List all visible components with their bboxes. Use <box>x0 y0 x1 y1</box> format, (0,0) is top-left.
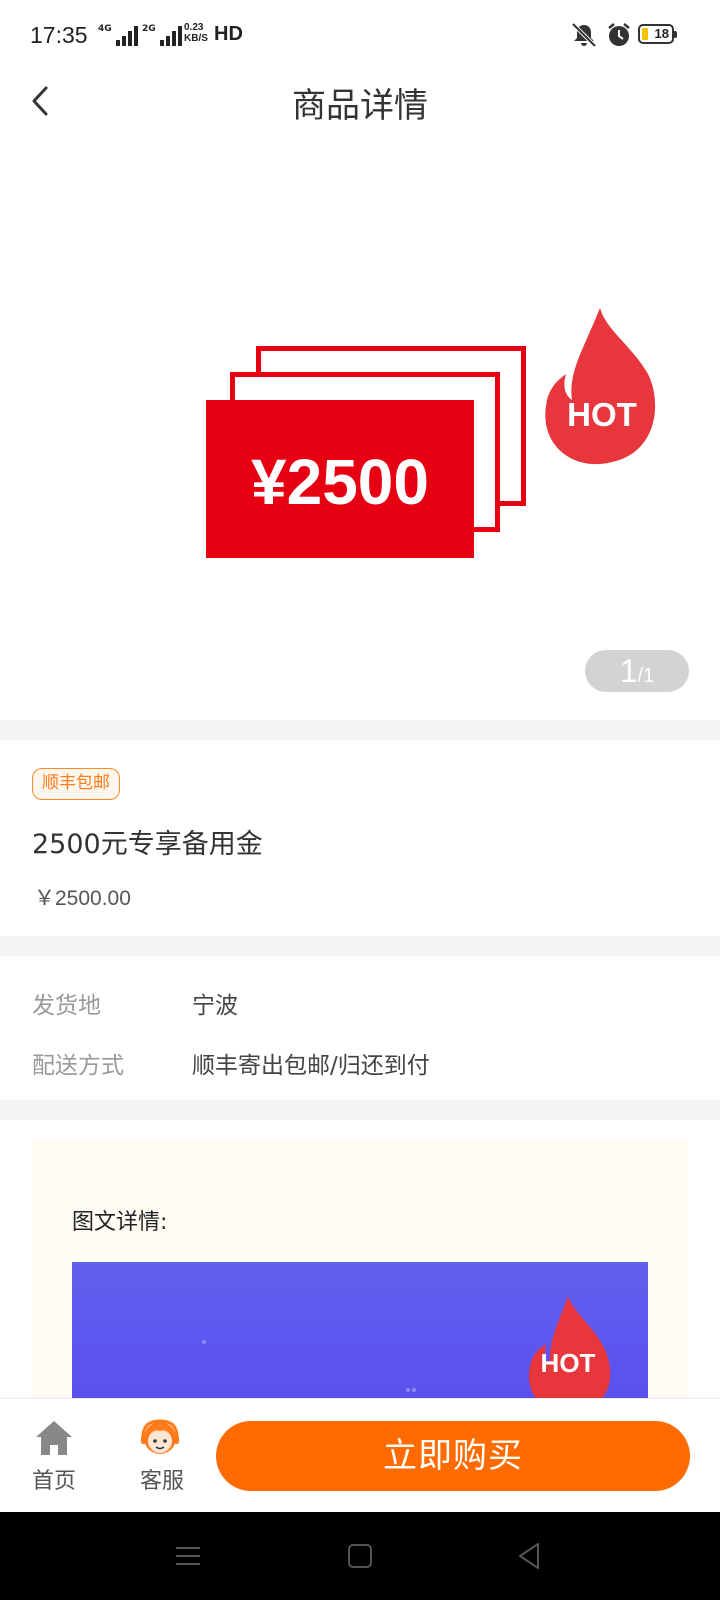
home-square-icon[interactable] <box>340 1536 380 1576</box>
details-hot-flame-icon: HOT <box>202 1296 611 1400</box>
net-speed-unit: KB/S <box>184 33 208 44</box>
product-info: 顺丰包邮 2500元专享备用金 ￥2500.00 <box>0 740 720 936</box>
net-speed-value: 0.23 <box>184 22 204 33</box>
shipping-badge: 顺丰包邮 <box>32 768 120 800</box>
silent-bell-icon <box>571 22 597 48</box>
product-price: ￥2500.00 <box>34 887 131 910</box>
status-bar: 17:35 4G 2G 0.23 KB/S HD 18 <box>0 0 720 70</box>
signal-2-icon: 2G <box>142 24 182 46</box>
signal-1-icon: 4G <box>98 24 138 46</box>
bottom-action-bar: 首页 客服 立即购买 <box>0 1398 720 1512</box>
details-section: 图文详情: HOT <box>32 1138 688 1400</box>
details-title: 图文详情: <box>72 1210 168 1235</box>
origin-label: 发货地 <box>32 993 101 1019</box>
signal-1-label: 4G <box>98 24 112 34</box>
hot-label: HOT <box>567 396 637 433</box>
pager-current: 1 <box>619 653 638 689</box>
battery-icon: 18 <box>638 24 677 44</box>
buy-now-button[interactable]: 立即购买 <box>216 1421 690 1491</box>
page-header: 商品详情 <box>0 70 720 134</box>
product-image: ¥2500 HOT <box>206 308 656 558</box>
delivery-info: 发货地 宁波 配送方式 顺丰寄出包邮/归还到付 <box>0 956 720 1106</box>
system-navigation-bar <box>0 1512 720 1600</box>
section-divider <box>0 1100 720 1120</box>
menu-icon[interactable] <box>168 1536 208 1576</box>
customer-service-tab[interactable]: 客服 <box>122 1399 202 1513</box>
service-label: 客服 <box>139 1469 184 1494</box>
customer-service-icon <box>141 1419 179 1454</box>
section-divider <box>0 720 720 740</box>
image-pager: 1/1 <box>585 650 689 692</box>
hd-indicator: HD <box>214 23 243 45</box>
product-image-carousel[interactable]: ¥2500 HOT 1/1 <box>0 134 720 706</box>
card-text: ¥2500 <box>251 446 429 518</box>
method-value: 顺丰寄出包邮/归还到付 <box>192 1053 430 1079</box>
alarm-icon <box>608 23 630 46</box>
status-time: 17:35 <box>30 22 88 48</box>
hot-flame-icon: HOT <box>545 308 656 465</box>
product-name: 2500元专享备用金 <box>32 829 263 860</box>
method-label: 配送方式 <box>32 1053 124 1079</box>
page-title: 商品详情 <box>292 86 428 126</box>
net-speed: 0.23 KB/S <box>184 22 208 44</box>
pager-total: /1 <box>637 665 655 687</box>
home-tab[interactable]: 首页 <box>14 1399 94 1513</box>
home-label: 首页 <box>31 1469 76 1494</box>
details-hot-label: HOT <box>541 1348 596 1378</box>
back-triangle-icon[interactable] <box>510 1536 550 1576</box>
home-icon <box>36 1421 72 1455</box>
origin-value: 宁波 <box>192 993 238 1019</box>
details-image: HOT <box>72 1262 648 1400</box>
signal-2-label: 2G <box>142 24 156 34</box>
section-divider <box>0 936 720 956</box>
